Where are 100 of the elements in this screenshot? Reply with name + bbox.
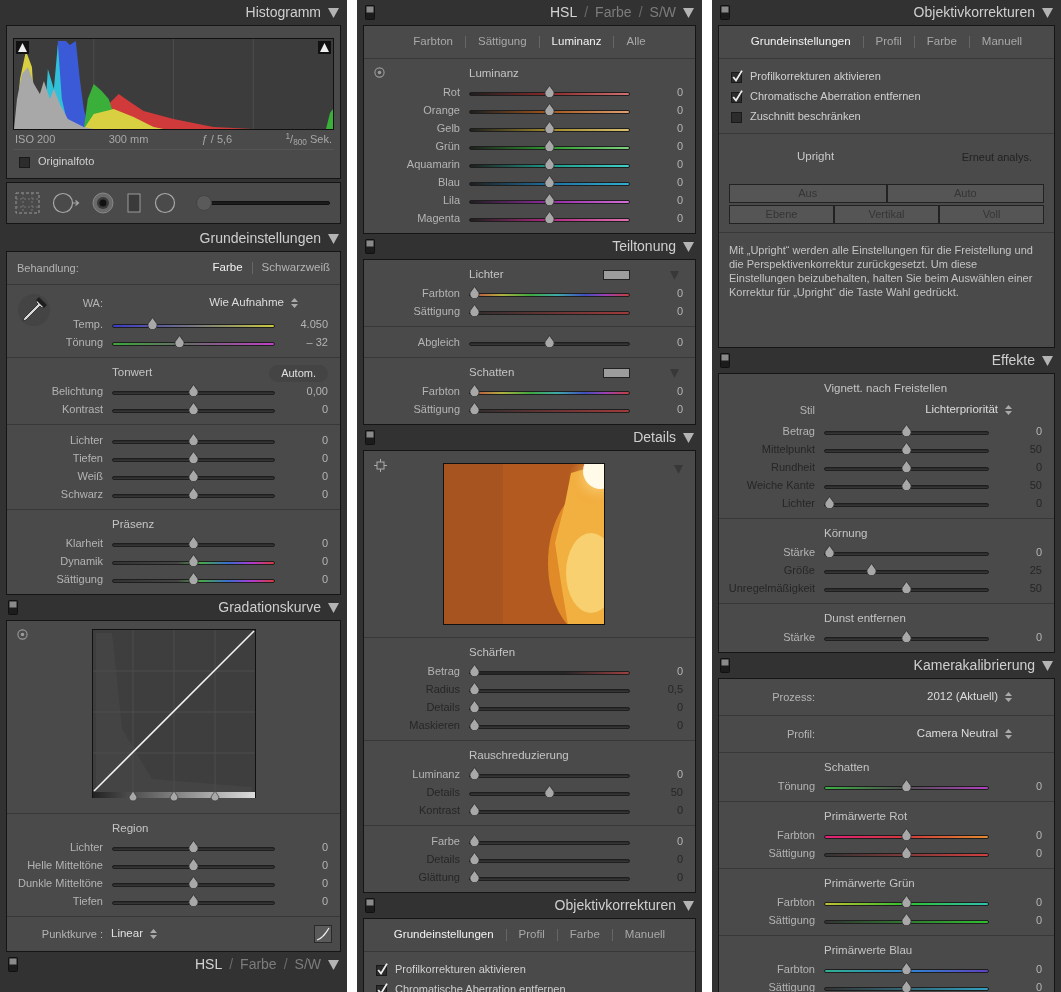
tab[interactable]: Luminanz	[539, 33, 614, 51]
slider-thumb[interactable]	[544, 211, 555, 223]
slider-track[interactable]	[112, 858, 275, 870]
slider-thumb[interactable]	[188, 572, 199, 584]
slider-thumb[interactable]	[188, 840, 199, 852]
circle-arrow-icon[interactable]	[52, 192, 80, 214]
slider-thumb[interactable]	[544, 335, 555, 347]
slider-track[interactable]	[112, 876, 275, 888]
slider-thumb[interactable]	[146, 317, 158, 329]
slider-track[interactable]	[112, 469, 275, 481]
slider-thumb[interactable]	[901, 828, 912, 840]
slider-thumb[interactable]	[188, 487, 199, 499]
slider-thumb[interactable]	[544, 139, 555, 151]
option-button[interactable]: Schwarzweiß	[252, 259, 330, 277]
checkbox[interactable]	[731, 89, 743, 103]
dropdown-value[interactable]: Linear	[111, 925, 143, 943]
slider-track[interactable]	[469, 664, 630, 676]
circle-icon[interactable]	[154, 192, 176, 214]
checkbox[interactable]	[376, 962, 388, 976]
disclosure-triangle-icon[interactable]	[328, 233, 339, 244]
up-down-arrows-icon[interactable]	[149, 929, 157, 939]
disclosure-triangle-icon[interactable]	[683, 7, 694, 18]
switch-icon[interactable]	[365, 898, 375, 913]
dropdown-value[interactable]: 2012 (Aktuell)	[927, 688, 998, 706]
slider-track[interactable]	[112, 894, 275, 906]
switch-icon[interactable]	[720, 658, 730, 673]
slider-track[interactable]	[824, 895, 989, 907]
disclosure-triangle-icon[interactable]	[1042, 7, 1053, 18]
tab[interactable]: Alle	[614, 33, 658, 51]
tab[interactable]: Profil	[506, 926, 557, 944]
target-icon[interactable]	[17, 629, 28, 640]
switch-icon[interactable]	[365, 430, 375, 445]
tab[interactable]: Grundeinstellungen	[381, 926, 506, 944]
slider-thumb[interactable]	[188, 451, 199, 463]
slider-thumb[interactable]	[188, 384, 199, 396]
slider-track[interactable]	[469, 700, 630, 712]
slider-thumb[interactable]	[188, 469, 199, 481]
slider-track[interactable]	[469, 157, 630, 169]
slider-thumb[interactable]	[188, 858, 199, 870]
slider-track[interactable]	[112, 451, 275, 463]
tab[interactable]: Farbton	[401, 33, 465, 51]
slider-thumb[interactable]	[901, 895, 912, 907]
eyedropper-icon[interactable]	[17, 293, 51, 327]
slider-thumb[interactable]	[901, 630, 912, 642]
slider-track[interactable]	[824, 424, 989, 436]
slider-track[interactable]	[112, 433, 275, 445]
slider-thumb[interactable]	[544, 121, 555, 133]
slider-track[interactable]	[469, 85, 630, 97]
up-down-arrows-icon[interactable]	[1005, 729, 1012, 739]
slider-track[interactable]	[112, 487, 275, 499]
tab[interactable]: Manuell	[969, 33, 1035, 51]
slider-thumb[interactable]	[469, 304, 480, 316]
checkbox[interactable]	[376, 982, 388, 992]
slider-thumb[interactable]	[188, 433, 199, 445]
slider-track[interactable]	[824, 630, 989, 642]
slider-thumb[interactable]	[901, 846, 912, 858]
disclosure-triangle-icon[interactable]	[1042, 355, 1053, 366]
slider-track[interactable]	[824, 828, 989, 840]
crosshair-icon[interactable]	[374, 459, 387, 472]
slider-track[interactable]	[469, 103, 630, 115]
slider-track[interactable]	[469, 175, 630, 187]
up-down-arrows-icon[interactable]	[1005, 405, 1012, 415]
slider-track[interactable]	[469, 834, 630, 846]
slider-thumb[interactable]	[469, 402, 480, 414]
disclosure-triangle-icon[interactable]	[683, 900, 694, 911]
slider-thumb[interactable]	[544, 85, 555, 97]
slider-track[interactable]	[469, 785, 630, 797]
slider-track[interactable]	[469, 286, 630, 298]
slider-track[interactable]	[112, 840, 275, 852]
slider-thumb[interactable]	[469, 664, 480, 676]
tab[interactable]: Farbe	[557, 926, 612, 944]
slider-track[interactable]	[824, 496, 989, 508]
slider-track[interactable]	[824, 846, 989, 858]
slider-track[interactable]	[824, 460, 989, 472]
slider-thumb[interactable]	[188, 894, 199, 906]
slider-thumb[interactable]	[544, 193, 555, 205]
disclosure-triangle-icon[interactable]	[328, 7, 339, 18]
slider-track[interactable]	[469, 139, 630, 151]
tab[interactable]: Farbe	[914, 33, 969, 51]
slider-track[interactable]	[112, 335, 275, 347]
slider-thumb[interactable]	[901, 913, 912, 925]
slider-track[interactable]	[824, 913, 989, 925]
switch-icon[interactable]	[8, 600, 18, 615]
slider-thumb[interactable]	[469, 384, 480, 396]
panel-tab[interactable]: Farbe	[240, 954, 277, 975]
slider-track[interactable]	[824, 545, 989, 557]
slider-thumb[interactable]	[544, 157, 555, 169]
disclosure-triangle-icon[interactable]	[328, 959, 339, 970]
switch-icon[interactable]	[365, 239, 375, 254]
slider-thumb[interactable]	[901, 779, 912, 791]
panel-tab[interactable]: S/W	[649, 2, 676, 23]
dropdown-value[interactable]: Lichterpriorität	[925, 401, 998, 419]
slider-track[interactable]	[824, 442, 989, 454]
tab[interactable]: Manuell	[612, 926, 678, 944]
target-icon[interactable]	[374, 67, 385, 78]
slider-track[interactable]	[112, 536, 275, 548]
slider-thumb[interactable]	[824, 545, 835, 557]
slider-thumb[interactable]	[188, 876, 199, 888]
slider-track[interactable]	[824, 962, 989, 974]
slider-track[interactable]	[112, 317, 275, 329]
